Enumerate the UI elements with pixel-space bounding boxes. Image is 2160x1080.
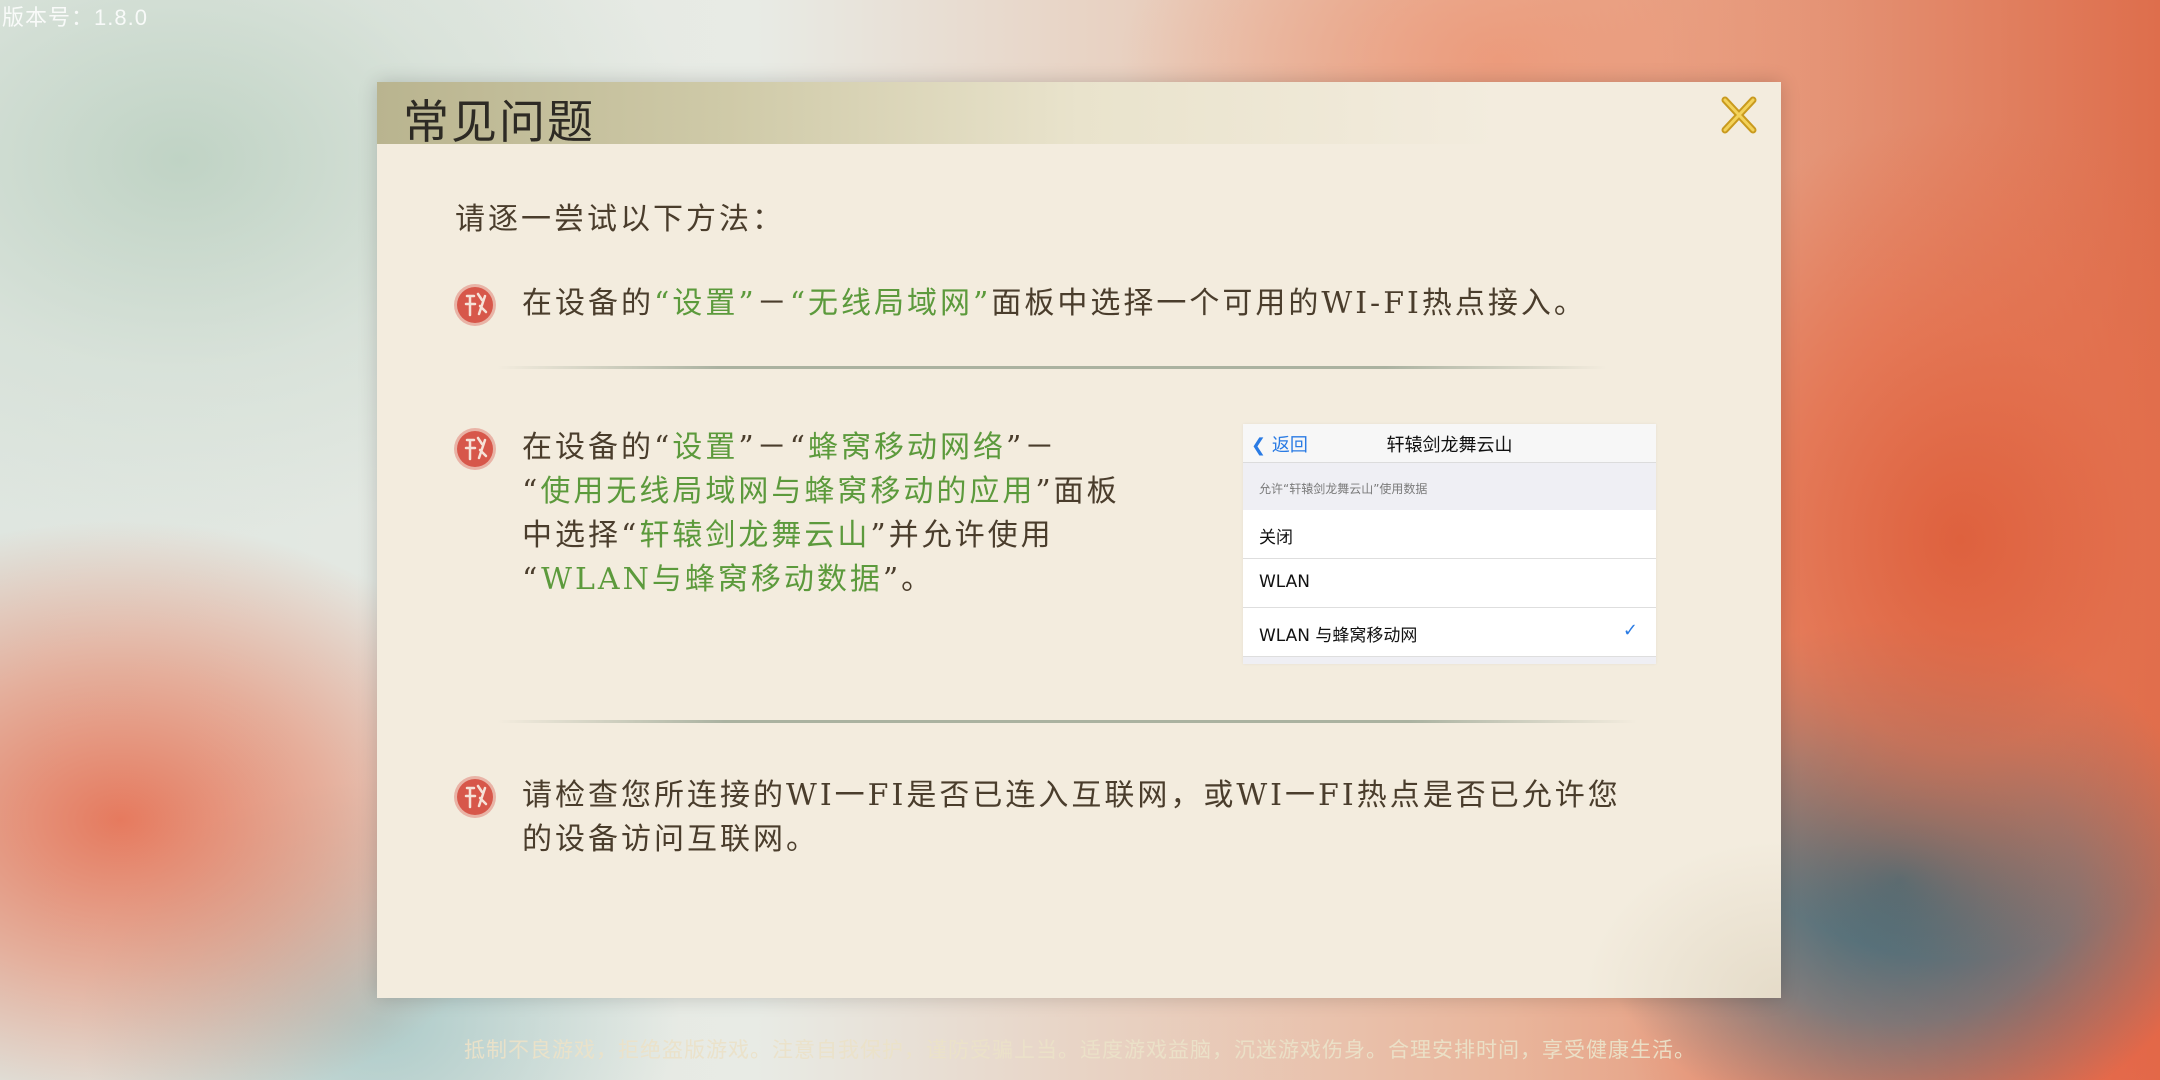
faq-item-wifi: 在设备的“设置”－“无线局域网”面板中选择一个可用的WI-FI热点接入。 bbox=[452, 282, 1742, 332]
game-background: 版本号：1.8.0 常见问题 请逐一尝试以下方法： 在设备的“设置”－“无线局域… bbox=[0, 0, 2160, 1080]
version-label: 版本号：1.8.0 bbox=[2, 5, 148, 30]
settings-screenshot: ❮ 返回 轩辕剑龙舞云山 允许“轩辕剑龙舞云山”使用数据 关闭 WLAN WLA… bbox=[1243, 424, 1656, 664]
settings-option-off: 关闭 bbox=[1243, 510, 1656, 559]
faq-item-2-text: 在设备的“设置”－“蜂窝移动网络”－ “使用无线局域网与蜂窝移动的应用”面板 中… bbox=[522, 426, 1120, 602]
divider bbox=[497, 720, 1637, 723]
seal-icon bbox=[454, 428, 496, 470]
faq-item-1-text: 在设备的“设置”－“无线局域网”面板中选择一个可用的WI-FI热点接入。 bbox=[522, 286, 1587, 321]
faq-item-3-text: 请检查您所连接的WI一FI是否已连入互联网，或WI一FI热点是否已允许您 的设备… bbox=[522, 774, 1621, 862]
text-line: 中选择“轩辕剑龙舞云山”并允许使用 bbox=[522, 518, 1054, 553]
settings-option-wlan: WLAN bbox=[1243, 559, 1656, 608]
text-line: “WLAN与蜂窝移动数据”。 bbox=[522, 562, 935, 597]
text-line: “使用无线局域网与蜂窝移动的应用”面板 bbox=[522, 474, 1120, 509]
settings-nav-title: 轩辕剑龙舞云山 bbox=[1386, 435, 1513, 456]
text-line: 请检查您所连接的WI一FI是否已连入互联网，或WI一FI热点是否已允许您 bbox=[522, 778, 1621, 813]
faq-item-cellular: 在设备的“设置”－“蜂窝移动网络”－ “使用无线局域网与蜂窝移动的应用”面板 中… bbox=[452, 426, 1232, 606]
text-line: 在设备的“设置”－“蜂窝移动网络”－ bbox=[522, 430, 1058, 465]
checkmark-icon: ✓ bbox=[1622, 620, 1638, 641]
settings-nav-bar: ❮ 返回 轩辕剑龙舞云山 bbox=[1243, 424, 1656, 463]
seal-icon bbox=[454, 284, 496, 326]
faq-item-internet: 请检查您所连接的WI一FI是否已连入互联网，或WI一FI热点是否已允许您 的设备… bbox=[452, 774, 1752, 874]
intro-text: 请逐一尝试以下方法： bbox=[455, 202, 785, 237]
settings-caption: 允许“轩辕剑龙舞云山”使用数据 bbox=[1259, 482, 1428, 496]
faq-dialog: 常见问题 请逐一尝试以下方法： 在设备的“设置”－“无线局域网”面板中选择一个可… bbox=[377, 82, 1781, 998]
text-line: 的设备访问互联网。 bbox=[522, 822, 819, 857]
health-notice: 抵制不良游戏，拒绝盗版游戏。注意自我保护，谨防受骗上当。适度游戏益脑，沉迷游戏伤… bbox=[464, 1038, 1696, 1062]
close-icon bbox=[1721, 96, 1757, 134]
divider bbox=[497, 366, 1607, 369]
dialog-title: 常见问题 bbox=[403, 95, 595, 149]
settings-option-wlan-cellular: WLAN 与蜂窝移动网 ✓ bbox=[1243, 608, 1656, 657]
seal-icon bbox=[454, 776, 496, 818]
close-button[interactable] bbox=[1715, 92, 1763, 140]
